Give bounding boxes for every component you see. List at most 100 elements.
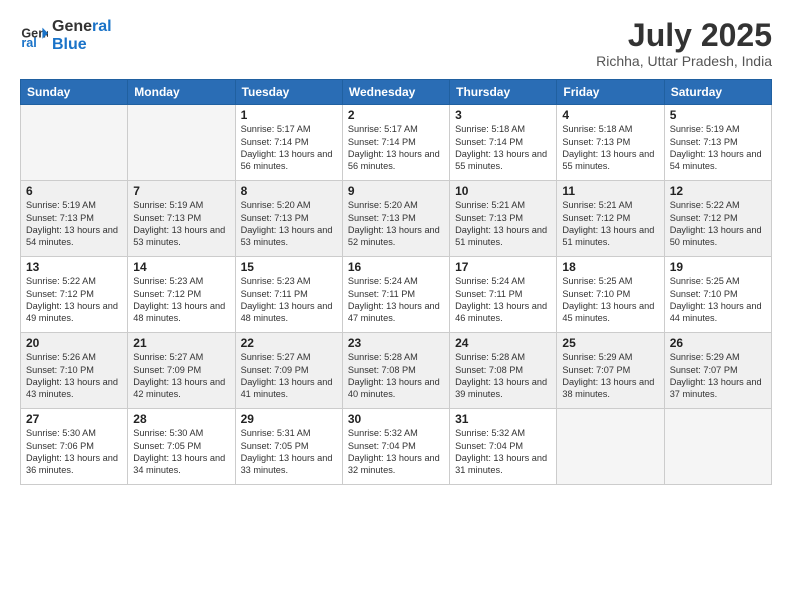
day-number: 12: [670, 184, 766, 198]
day-number: 3: [455, 108, 551, 122]
cell-info: Sunrise: 5:19 AMSunset: 7:13 PMDaylight:…: [26, 199, 122, 249]
cell-info: Sunrise: 5:29 AMSunset: 7:07 PMDaylight:…: [670, 351, 766, 401]
cell-info: Sunrise: 5:17 AMSunset: 7:14 PMDaylight:…: [348, 123, 444, 173]
calendar-week-5: 27Sunrise: 5:30 AMSunset: 7:06 PMDayligh…: [21, 409, 772, 485]
calendar-cell: 14Sunrise: 5:23 AMSunset: 7:12 PMDayligh…: [128, 257, 235, 333]
calendar-cell: 17Sunrise: 5:24 AMSunset: 7:11 PMDayligh…: [450, 257, 557, 333]
day-number: 11: [562, 184, 658, 198]
title-block: July 2025 Richha, Uttar Pradesh, India: [596, 18, 772, 69]
cell-info: Sunrise: 5:25 AMSunset: 7:10 PMDaylight:…: [670, 275, 766, 325]
cell-info: Sunrise: 5:29 AMSunset: 7:07 PMDaylight:…: [562, 351, 658, 401]
day-number: 25: [562, 336, 658, 350]
calendar-cell: 22Sunrise: 5:27 AMSunset: 7:09 PMDayligh…: [235, 333, 342, 409]
logo: Gene ral General Blue: [20, 18, 112, 53]
day-number: 8: [241, 184, 337, 198]
calendar-cell: 15Sunrise: 5:23 AMSunset: 7:11 PMDayligh…: [235, 257, 342, 333]
calendar-cell: 5Sunrise: 5:19 AMSunset: 7:13 PMDaylight…: [664, 105, 771, 181]
calendar-cell: 23Sunrise: 5:28 AMSunset: 7:08 PMDayligh…: [342, 333, 449, 409]
day-number: 1: [241, 108, 337, 122]
calendar-cell: 13Sunrise: 5:22 AMSunset: 7:12 PMDayligh…: [21, 257, 128, 333]
calendar-cell: [664, 409, 771, 485]
cell-info: Sunrise: 5:18 AMSunset: 7:13 PMDaylight:…: [562, 123, 658, 173]
cell-info: Sunrise: 5:20 AMSunset: 7:13 PMDaylight:…: [348, 199, 444, 249]
day-number: 13: [26, 260, 122, 274]
day-number: 20: [26, 336, 122, 350]
calendar-cell: [128, 105, 235, 181]
calendar-cell: 18Sunrise: 5:25 AMSunset: 7:10 PMDayligh…: [557, 257, 664, 333]
calendar-cell: 8Sunrise: 5:20 AMSunset: 7:13 PMDaylight…: [235, 181, 342, 257]
calendar-cell: [21, 105, 128, 181]
cell-info: Sunrise: 5:32 AMSunset: 7:04 PMDaylight:…: [348, 427, 444, 477]
cell-info: Sunrise: 5:31 AMSunset: 7:05 PMDaylight:…: [241, 427, 337, 477]
calendar-week-4: 20Sunrise: 5:26 AMSunset: 7:10 PMDayligh…: [21, 333, 772, 409]
month-year: July 2025: [596, 18, 772, 53]
weekday-header-tuesday: Tuesday: [235, 80, 342, 105]
logo-text: General Blue: [52, 18, 112, 53]
cell-info: Sunrise: 5:22 AMSunset: 7:12 PMDaylight:…: [670, 199, 766, 249]
day-number: 7: [133, 184, 229, 198]
cell-info: Sunrise: 5:19 AMSunset: 7:13 PMDaylight:…: [133, 199, 229, 249]
page: Gene ral General Blue July 2025 Richha, …: [0, 0, 792, 612]
calendar-cell: 29Sunrise: 5:31 AMSunset: 7:05 PMDayligh…: [235, 409, 342, 485]
day-number: 4: [562, 108, 658, 122]
cell-info: Sunrise: 5:32 AMSunset: 7:04 PMDaylight:…: [455, 427, 551, 477]
calendar-cell: 9Sunrise: 5:20 AMSunset: 7:13 PMDaylight…: [342, 181, 449, 257]
cell-info: Sunrise: 5:18 AMSunset: 7:14 PMDaylight:…: [455, 123, 551, 173]
day-number: 10: [455, 184, 551, 198]
cell-info: Sunrise: 5:30 AMSunset: 7:06 PMDaylight:…: [26, 427, 122, 477]
calendar-cell: 31Sunrise: 5:32 AMSunset: 7:04 PMDayligh…: [450, 409, 557, 485]
cell-info: Sunrise: 5:30 AMSunset: 7:05 PMDaylight:…: [133, 427, 229, 477]
calendar-table: SundayMondayTuesdayWednesdayThursdayFrid…: [20, 79, 772, 485]
calendar-cell: 6Sunrise: 5:19 AMSunset: 7:13 PMDaylight…: [21, 181, 128, 257]
day-number: 24: [455, 336, 551, 350]
calendar-cell: 12Sunrise: 5:22 AMSunset: 7:12 PMDayligh…: [664, 181, 771, 257]
calendar-cell: 19Sunrise: 5:25 AMSunset: 7:10 PMDayligh…: [664, 257, 771, 333]
day-number: 14: [133, 260, 229, 274]
calendar-cell: 16Sunrise: 5:24 AMSunset: 7:11 PMDayligh…: [342, 257, 449, 333]
cell-info: Sunrise: 5:23 AMSunset: 7:12 PMDaylight:…: [133, 275, 229, 325]
weekday-header-saturday: Saturday: [664, 80, 771, 105]
weekday-header-monday: Monday: [128, 80, 235, 105]
calendar-cell: 10Sunrise: 5:21 AMSunset: 7:13 PMDayligh…: [450, 181, 557, 257]
calendar-week-3: 13Sunrise: 5:22 AMSunset: 7:12 PMDayligh…: [21, 257, 772, 333]
cell-info: Sunrise: 5:21 AMSunset: 7:12 PMDaylight:…: [562, 199, 658, 249]
cell-info: Sunrise: 5:17 AMSunset: 7:14 PMDaylight:…: [241, 123, 337, 173]
calendar-cell: 25Sunrise: 5:29 AMSunset: 7:07 PMDayligh…: [557, 333, 664, 409]
cell-info: Sunrise: 5:21 AMSunset: 7:13 PMDaylight:…: [455, 199, 551, 249]
day-number: 28: [133, 412, 229, 426]
logo-icon: Gene ral: [20, 22, 48, 50]
calendar-cell: 7Sunrise: 5:19 AMSunset: 7:13 PMDaylight…: [128, 181, 235, 257]
cell-info: Sunrise: 5:28 AMSunset: 7:08 PMDaylight:…: [455, 351, 551, 401]
day-number: 2: [348, 108, 444, 122]
day-number: 29: [241, 412, 337, 426]
calendar-cell: 26Sunrise: 5:29 AMSunset: 7:07 PMDayligh…: [664, 333, 771, 409]
day-number: 21: [133, 336, 229, 350]
header: Gene ral General Blue July 2025 Richha, …: [20, 18, 772, 69]
day-number: 30: [348, 412, 444, 426]
cell-info: Sunrise: 5:27 AMSunset: 7:09 PMDaylight:…: [133, 351, 229, 401]
calendar-cell: 4Sunrise: 5:18 AMSunset: 7:13 PMDaylight…: [557, 105, 664, 181]
location: Richha, Uttar Pradesh, India: [596, 53, 772, 69]
day-number: 6: [26, 184, 122, 198]
cell-info: Sunrise: 5:27 AMSunset: 7:09 PMDaylight:…: [241, 351, 337, 401]
calendar-cell: 3Sunrise: 5:18 AMSunset: 7:14 PMDaylight…: [450, 105, 557, 181]
day-number: 19: [670, 260, 766, 274]
calendar-cell: 1Sunrise: 5:17 AMSunset: 7:14 PMDaylight…: [235, 105, 342, 181]
calendar-cell: 11Sunrise: 5:21 AMSunset: 7:12 PMDayligh…: [557, 181, 664, 257]
weekday-header-thursday: Thursday: [450, 80, 557, 105]
day-number: 17: [455, 260, 551, 274]
cell-info: Sunrise: 5:19 AMSunset: 7:13 PMDaylight:…: [670, 123, 766, 173]
calendar-cell: 30Sunrise: 5:32 AMSunset: 7:04 PMDayligh…: [342, 409, 449, 485]
weekday-header-friday: Friday: [557, 80, 664, 105]
calendar-week-1: 1Sunrise: 5:17 AMSunset: 7:14 PMDaylight…: [21, 105, 772, 181]
day-number: 5: [670, 108, 766, 122]
cell-info: Sunrise: 5:24 AMSunset: 7:11 PMDaylight:…: [455, 275, 551, 325]
cell-info: Sunrise: 5:25 AMSunset: 7:10 PMDaylight:…: [562, 275, 658, 325]
cell-info: Sunrise: 5:20 AMSunset: 7:13 PMDaylight:…: [241, 199, 337, 249]
cell-info: Sunrise: 5:24 AMSunset: 7:11 PMDaylight:…: [348, 275, 444, 325]
calendar-cell: 24Sunrise: 5:28 AMSunset: 7:08 PMDayligh…: [450, 333, 557, 409]
cell-info: Sunrise: 5:26 AMSunset: 7:10 PMDaylight:…: [26, 351, 122, 401]
weekday-header-sunday: Sunday: [21, 80, 128, 105]
day-number: 23: [348, 336, 444, 350]
calendar-week-2: 6Sunrise: 5:19 AMSunset: 7:13 PMDaylight…: [21, 181, 772, 257]
